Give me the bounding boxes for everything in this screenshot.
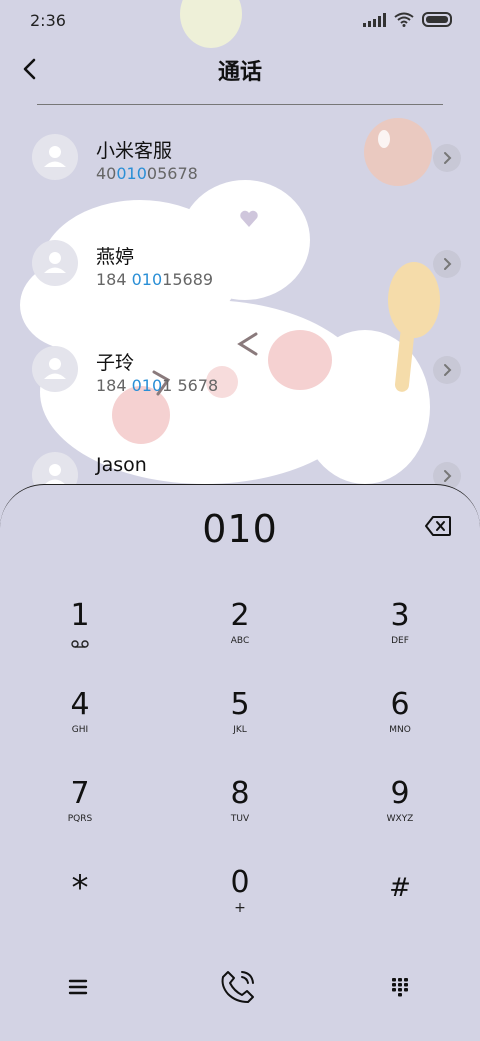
person-icon xyxy=(44,146,66,167)
contact-details-button[interactable] xyxy=(433,356,461,384)
dial-input[interactable]: 010 xyxy=(0,507,480,551)
key-4[interactable]: 4 GHI xyxy=(25,688,135,758)
person-icon xyxy=(44,252,66,273)
backspace-icon xyxy=(425,516,451,536)
contact-number: 184 01015689 xyxy=(96,270,214,289)
contact-name: 子玲 xyxy=(96,352,135,374)
contact-number: 184 0101 5678 xyxy=(96,376,219,395)
phone-icon xyxy=(221,971,254,1003)
chevron-right-icon xyxy=(444,152,452,164)
keypad-icon xyxy=(392,978,408,997)
contact-name: 燕婷 xyxy=(96,246,135,268)
key-2[interactable]: 2 ABC xyxy=(185,599,295,669)
avatar xyxy=(32,240,78,286)
contact-details-button[interactable] xyxy=(433,250,461,278)
call-button[interactable] xyxy=(216,965,260,1009)
key-3[interactable]: 3 DEF xyxy=(345,599,455,669)
menu-icon xyxy=(68,979,88,995)
backspace-button[interactable] xyxy=(424,515,452,537)
key-0[interactable]: 0 + xyxy=(185,866,295,936)
key-7[interactable]: 7 PQRS xyxy=(25,777,135,847)
contact-item[interactable]: 子玲 184 0101 5678 xyxy=(0,318,480,424)
contact-item[interactable]: 燕婷 184 01015689 xyxy=(0,212,480,318)
avatar xyxy=(32,134,78,180)
page-title: 通话 xyxy=(217,60,262,85)
key-8[interactable]: 8 TUV xyxy=(185,777,295,847)
contact-number: 4001005678 xyxy=(96,164,198,183)
chevron-right-icon xyxy=(444,258,452,270)
person-icon xyxy=(44,358,66,379)
key-star[interactable]: * xyxy=(25,871,135,941)
key-hash[interactable]: # xyxy=(345,871,455,941)
contact-item[interactable]: 小米客服 4001005678 xyxy=(0,106,480,212)
dialer-panel: 010 1 2 ABC 3 DEF 4 GHI 5 JKL 6 MNO 7 PQRS 8 TU… xyxy=(0,484,480,1041)
voicemail-icon xyxy=(71,640,89,648)
menu-button[interactable] xyxy=(56,965,100,1009)
key-5[interactable]: 5 JKL xyxy=(185,688,295,758)
key-9[interactable]: 9 WXYZ xyxy=(345,777,455,847)
chevron-right-icon xyxy=(444,364,452,376)
chevron-right-icon xyxy=(444,470,452,482)
keypad-toggle-button[interactable] xyxy=(378,965,422,1009)
contact-name: Jason xyxy=(96,454,147,476)
contact-name: 小米客服 xyxy=(96,140,173,162)
header-divider xyxy=(37,104,443,105)
contact-details-button[interactable] xyxy=(433,144,461,172)
key-1[interactable]: 1 xyxy=(25,599,135,669)
key-6[interactable]: 6 MNO xyxy=(345,688,455,758)
avatar xyxy=(32,346,78,392)
